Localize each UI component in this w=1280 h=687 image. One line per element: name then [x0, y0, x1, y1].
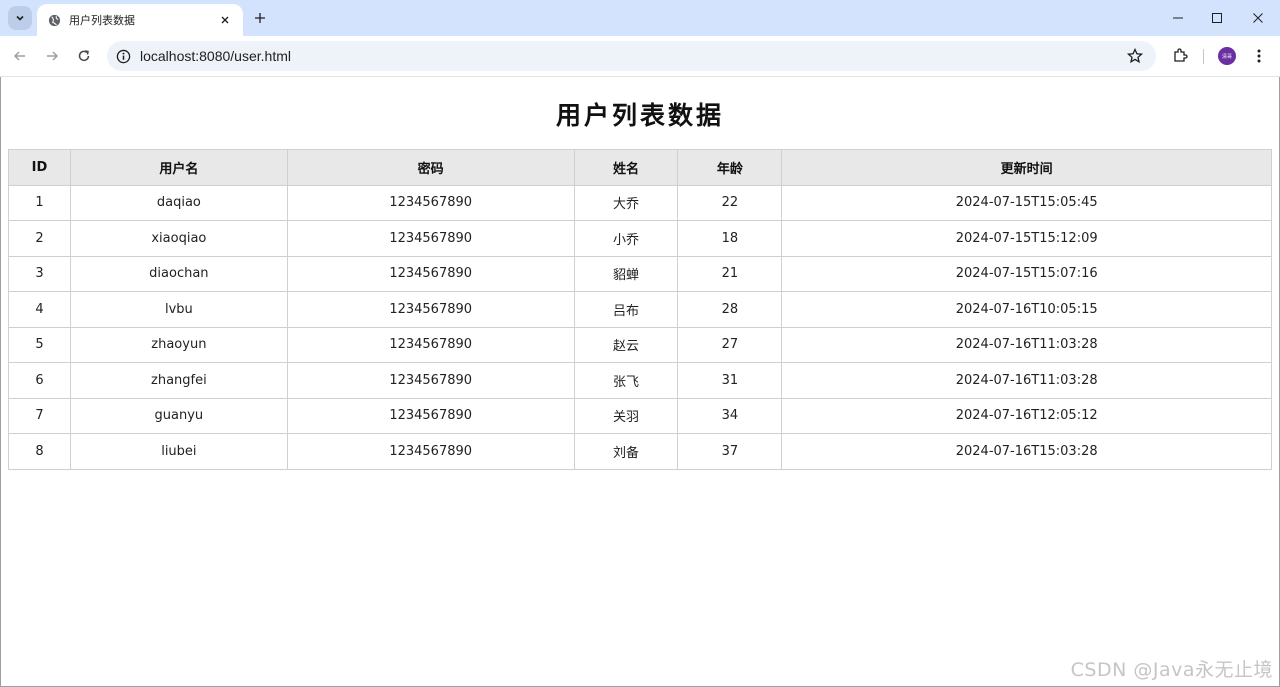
url-text[interactable]: localhost:8080/user.html [140, 48, 291, 64]
address-bar[interactable]: localhost:8080/user.html [107, 41, 1156, 71]
table-row: 8 liubei 1234567890 刘备 37 2024-07-16T15:… [8, 433, 1272, 470]
user-table: ID 用户名 密码 姓名 年龄 更新时间 1 daqiao 1234567890… [8, 149, 1272, 470]
cell-updated: 2024-07-16T10:05:15 [781, 291, 1272, 328]
cell-age: 27 [677, 326, 783, 363]
cell-updated: 2024-07-16T12:05:12 [781, 397, 1272, 434]
minimize-icon [1173, 17, 1183, 19]
tab-active[interactable]: 用户列表数据 [37, 4, 243, 36]
cell-updated: 2024-07-15T15:05:45 [781, 184, 1272, 221]
close-icon [1253, 13, 1263, 23]
cell-password: 1234567890 [286, 255, 575, 292]
page-title: 用户列表数据 [555, 101, 724, 130]
column-header-name: 姓名 [573, 149, 679, 186]
forward-button[interactable] [40, 44, 64, 68]
toolbar-divider [1203, 49, 1204, 64]
cell-updated: 2024-07-16T11:03:28 [781, 362, 1272, 399]
cell-name: 张飞 [573, 362, 679, 399]
cell-username: zhangfei [69, 362, 288, 399]
cell-username: zhaoyun [69, 326, 288, 363]
cell-password: 1234567890 [286, 362, 575, 399]
arrow-right-icon [47, 51, 59, 61]
table-row: 3 diaochan 1234567890 貂蝉 21 2024-07-15T1… [8, 255, 1272, 292]
maximize-icon [1212, 13, 1222, 23]
cell-updated: 2024-07-15T15:07:16 [781, 255, 1272, 292]
cell-age: 28 [677, 291, 783, 328]
cell-username: diaochan [69, 255, 288, 292]
column-header-age: 年龄 [677, 149, 783, 186]
browser-toolbar: localhost:8080/user.html 清哥 [0, 36, 1280, 77]
avatar[interactable]: 清哥 [1218, 47, 1236, 65]
cell-password: 1234567890 [286, 220, 575, 257]
cell-username: lvbu [69, 291, 288, 328]
chevron-down-icon [16, 15, 24, 21]
cell-id: 1 [8, 184, 71, 221]
tab-search-button[interactable] [8, 6, 32, 30]
cell-age: 22 [677, 184, 783, 221]
cell-username: liubei [69, 433, 288, 470]
cell-password: 1234567890 [286, 184, 575, 221]
reload-button[interactable] [72, 44, 96, 68]
cell-id: 2 [8, 220, 71, 257]
tab-strip: 用户列表数据 [0, 0, 1280, 36]
column-header-password: 密码 [286, 149, 575, 186]
cell-name: 大乔 [573, 184, 679, 221]
tab-title: 用户列表数据 [69, 15, 135, 27]
new-tab-button[interactable] [250, 8, 270, 28]
cell-age: 34 [677, 397, 783, 434]
back-button[interactable] [8, 44, 32, 68]
cell-age: 31 [677, 362, 783, 399]
puzzle-icon [1174, 48, 1188, 62]
page-viewport: 用户列表数据 ID 用户名 密码 姓名 年龄 更新时间 1 daqiao 123… [1, 78, 1279, 686]
menu-button[interactable] [1249, 44, 1269, 68]
table-row: 1 daqiao 1234567890 大乔 22 2024-07-15T15:… [8, 184, 1272, 221]
cell-id: 8 [8, 433, 71, 470]
cell-age: 37 [677, 433, 783, 470]
cell-id: 6 [8, 362, 71, 399]
table-row: 7 guanyu 1234567890 关羽 34 2024-07-16T12:… [8, 397, 1272, 434]
arrow-left-icon [13, 51, 25, 61]
cell-id: 4 [8, 291, 71, 328]
cell-name: 关羽 [573, 397, 679, 434]
cell-name: 貂蝉 [573, 255, 679, 292]
cell-updated: 2024-07-16T11:03:28 [781, 326, 1272, 363]
window-close-button[interactable] [1244, 6, 1272, 30]
minimize-button[interactable] [1164, 6, 1192, 30]
cell-password: 1234567890 [286, 291, 575, 328]
plus-icon [255, 13, 265, 23]
table-row: 5 zhaoyun 1234567890 赵云 27 2024-07-16T11… [8, 326, 1272, 363]
cell-updated: 2024-07-15T15:12:09 [781, 220, 1272, 257]
cell-password: 1234567890 [286, 326, 575, 363]
column-header-id: ID [8, 149, 71, 186]
info-icon[interactable] [115, 48, 131, 64]
table-row: 6 zhangfei 1234567890 张飞 31 2024-07-16T1… [8, 362, 1272, 399]
cell-password: 1234567890 [286, 433, 575, 470]
maximize-button[interactable] [1203, 6, 1231, 30]
cell-id: 5 [8, 326, 71, 363]
cell-username: daqiao [69, 184, 288, 221]
cell-id: 3 [8, 255, 71, 292]
table-header-row: ID 用户名 密码 姓名 年龄 更新时间 [8, 149, 1272, 186]
cell-name: 小乔 [573, 220, 679, 257]
watermark: CSDN @Java永无止境 [1070, 659, 1273, 681]
cell-updated: 2024-07-16T15:03:28 [781, 433, 1272, 470]
table-row: 2 xiaoqiao 1234567890 小乔 18 2024-07-15T1… [8, 220, 1272, 257]
star-icon[interactable] [1126, 47, 1144, 65]
cell-name: 刘备 [573, 433, 679, 470]
cell-username: xiaoqiao [69, 220, 288, 257]
cell-name: 赵云 [573, 326, 679, 363]
cell-age: 18 [677, 220, 783, 257]
cell-id: 7 [8, 397, 71, 434]
cell-age: 21 [677, 255, 783, 292]
reload-icon [78, 50, 90, 62]
column-header-username: 用户名 [69, 149, 288, 186]
column-header-updated: 更新时间 [781, 149, 1272, 186]
extensions-button[interactable] [1168, 44, 1192, 68]
cell-password: 1234567890 [286, 397, 575, 434]
close-icon[interactable] [217, 12, 233, 28]
cell-name: 吕布 [573, 291, 679, 328]
more-vertical-icon [1257, 49, 1261, 63]
cell-username: guanyu [69, 397, 288, 434]
table-row: 4 lvbu 1234567890 吕布 28 2024-07-16T10:05… [8, 291, 1272, 328]
globe-icon [47, 13, 61, 27]
